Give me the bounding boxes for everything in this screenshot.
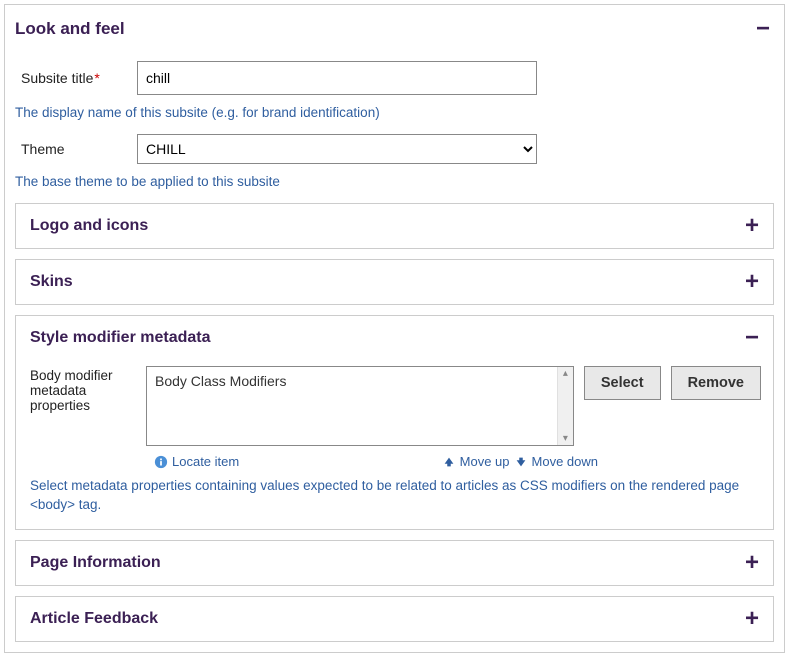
panel-header-skins[interactable]: Skins + [16,260,773,304]
collapse-icon: − [756,17,774,41]
panel-title-skins: Skins [30,273,73,291]
label-text: Subsite title [21,70,93,86]
field-theme: Theme CHILL [21,134,774,164]
panel-body-style-modifier: Body modifier metadata properties Body C… [16,360,773,529]
panel-title-style-modifier: Style modifier metadata [30,329,211,347]
select-button[interactable]: Select [584,366,661,400]
helper-theme: The base theme to be applied to this sub… [15,174,774,189]
label-body-modifier: Body modifier metadata properties [30,366,136,413]
panel-title-page-info: Page Information [30,554,161,572]
theme-select[interactable]: CHILL [137,134,537,164]
subsite-title-input[interactable] [137,61,537,95]
panel-header-style-modifier[interactable]: Style modifier metadata − [16,316,773,360]
panel-style-modifier: Style modifier metadata − Body modifier … [15,315,774,530]
arrow-down-icon [514,455,528,469]
scroll-up-icon: ▴ [563,368,568,379]
list-item[interactable]: Body Class Modifiers [147,367,573,395]
expand-icon: + [745,270,763,294]
panel-page-information: Page Information + [15,540,774,586]
move-down-link[interactable]: Move down [532,454,598,469]
panel-skins: Skins + [15,259,774,305]
label-theme: Theme [21,141,137,157]
panel-header-logo[interactable]: Logo and icons + [16,204,773,248]
body-modifier-row: Body modifier metadata properties Body C… [30,366,761,446]
panel-title-logo: Logo and icons [30,217,148,235]
panel-header-feedback[interactable]: Article Feedback + [16,597,773,641]
required-mark: * [94,70,99,86]
listbox-actions: Locate item Move up Move down [154,454,598,469]
arrow-up-icon [442,455,456,469]
expand-icon: + [745,551,763,575]
scrollbar[interactable]: ▴ ▾ [557,367,573,445]
label-subsite-title: Subsite title* [21,70,137,86]
expand-icon: + [745,214,763,238]
field-subsite-title: Subsite title* [21,61,774,95]
collapse-icon: − [745,326,763,350]
locate-item-link[interactable]: Locate item [172,454,239,469]
panel-title-feedback: Article Feedback [30,610,158,628]
move-up-link[interactable]: Move up [460,454,510,469]
info-icon [154,455,168,469]
scroll-down-icon: ▾ [563,433,568,444]
helper-style-modifier: Select metadata properties containing va… [30,477,761,515]
expand-icon: + [745,607,763,631]
panel-article-feedback: Article Feedback + [15,596,774,642]
body-modifier-listbox[interactable]: Body Class Modifiers ▴ ▾ [146,366,574,446]
panel-logo-and-icons: Logo and icons + [15,203,774,249]
section-title: Look and feel [15,19,125,39]
look-and-feel-section: Look and feel − Subsite title* The displ… [4,4,785,653]
section-header-look-and-feel[interactable]: Look and feel − [15,13,774,51]
remove-button[interactable]: Remove [671,366,761,400]
panel-header-page-info[interactable]: Page Information + [16,541,773,585]
helper-subsite-title: The display name of this subsite (e.g. f… [15,105,774,120]
